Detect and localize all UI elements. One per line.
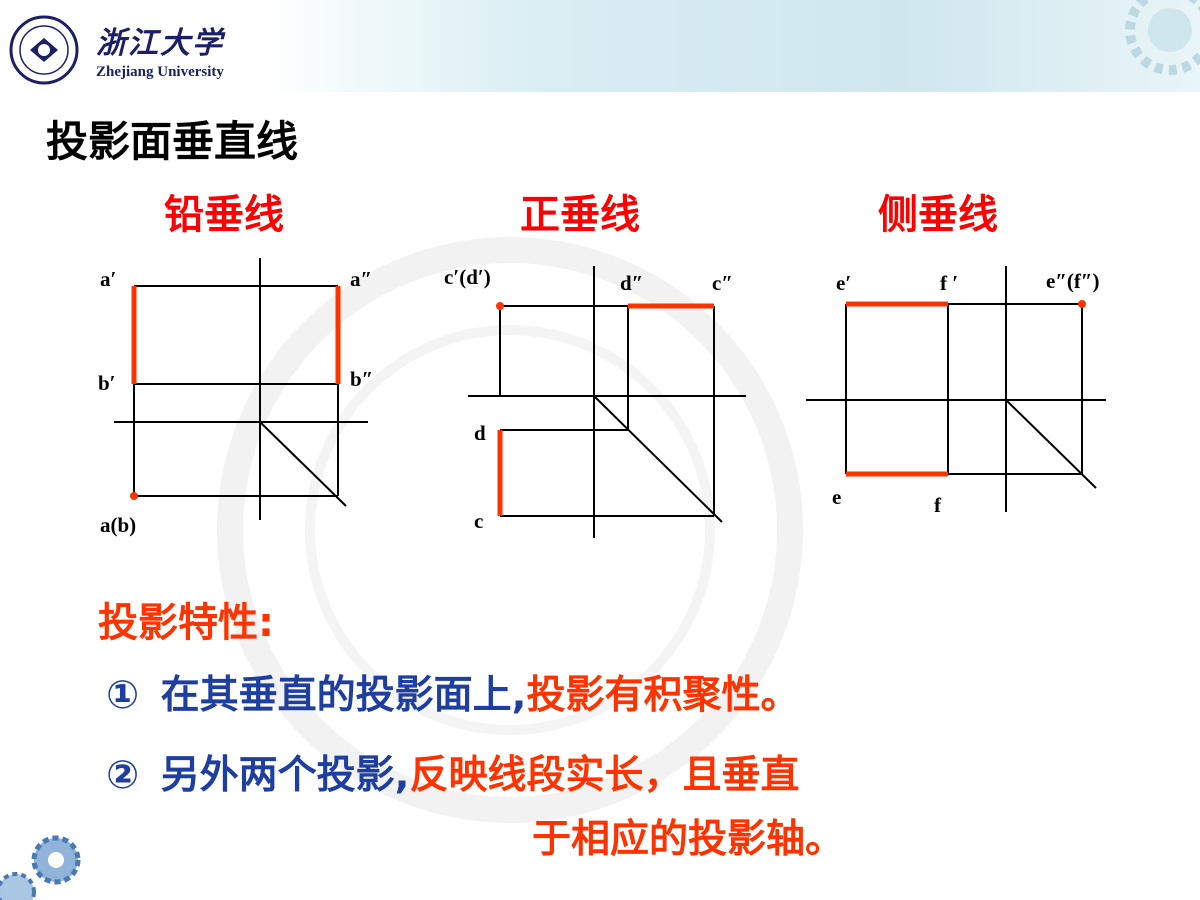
label-ab: a(b)	[100, 513, 136, 537]
label-c2: c″	[712, 271, 733, 295]
gear-icon-bottom	[0, 835, 81, 900]
diagram-vertical-line	[114, 258, 368, 520]
item1-text: 在其垂直的投影面上,	[160, 673, 527, 718]
item2-highlight-continued: 于相应的投影轴。	[532, 817, 845, 862]
item2-number: ②	[106, 753, 140, 798]
label-d: d	[474, 421, 486, 445]
item1-number: ①	[106, 673, 140, 718]
point-cd	[496, 302, 504, 310]
label-b1: b′	[98, 371, 116, 395]
properties-heading: 投影特性:	[98, 600, 274, 646]
item1-highlight: 投影有积聚性。	[526, 673, 800, 718]
label-a2: a″	[350, 267, 372, 291]
item2-highlight: 反映线段实长，且垂直	[409, 753, 800, 798]
point-ef	[1078, 300, 1086, 308]
label-d2: d″	[620, 271, 643, 295]
property-item-1: ① 在其垂直的投影面上,投影有积聚性。	[106, 664, 799, 720]
label-e1: e′	[836, 271, 851, 295]
diagram-frontal-perpendicular	[468, 266, 746, 538]
label-e: e	[832, 485, 841, 509]
label-ef2: e″(f″)	[1046, 269, 1100, 293]
label-b2: b″	[350, 367, 373, 391]
label-cd1: c′(d′)	[444, 265, 491, 289]
label-a1: a′	[100, 267, 116, 291]
property-item-2: ② 另外两个投影,反映线段实长，且垂直	[106, 744, 799, 800]
label-f1: f ′	[940, 271, 958, 295]
item2-text: 另外两个投影,	[160, 753, 410, 798]
point-ab	[130, 492, 138, 500]
label-c: c	[474, 509, 483, 533]
diagram-profile-perpendicular	[806, 266, 1106, 512]
label-f: f	[934, 493, 942, 517]
